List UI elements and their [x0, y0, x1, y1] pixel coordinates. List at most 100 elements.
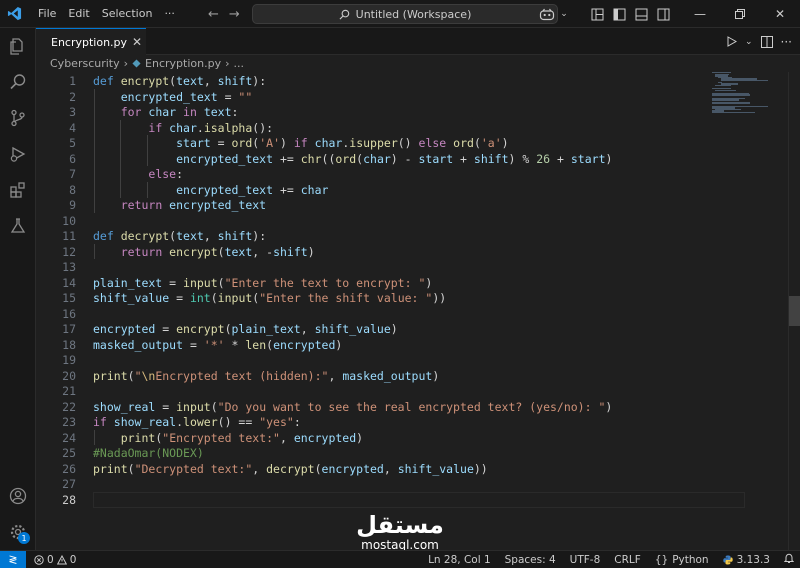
- line-number: 28: [62, 492, 76, 507]
- source-control-icon[interactable]: [0, 100, 36, 136]
- search-view-icon[interactable]: [0, 64, 36, 100]
- code-line[interactable]: 4 if char.isalpha():: [36, 121, 273, 137]
- menu-edit[interactable]: Edit: [62, 0, 95, 28]
- line-number: 4: [69, 120, 76, 135]
- code-line[interactable]: 22 show_real = input("Do you want to see …: [36, 400, 612, 416]
- code-token: ,: [328, 368, 343, 383]
- cursor-position[interactable]: Ln 28, Col 1: [428, 554, 491, 566]
- code-line[interactable]: 24 print("Encrypted text:", encrypted): [36, 431, 363, 447]
- code-line[interactable]: 7 else:: [36, 167, 183, 183]
- manage-gear-icon[interactable]: 1: [0, 514, 36, 550]
- code-line[interactable]: 14 plain_text = input("Enter the text to …: [36, 276, 432, 292]
- menu-selection[interactable]: Selection: [96, 0, 159, 28]
- code-token: ): [307, 244, 315, 259]
- testing-flask-icon[interactable]: [0, 208, 36, 244]
- toggle-primary-sidebar-icon[interactable]: [608, 0, 630, 28]
- menu-more[interactable]: ···: [158, 0, 181, 28]
- code-line[interactable]: 27: [36, 477, 93, 493]
- code-line[interactable]: 5 start = ord('A') if char.isupper() els…: [36, 136, 509, 152]
- code-token: ):: [252, 74, 267, 88]
- line-code: plain_text = input("Enter the text to en…: [93, 276, 432, 292]
- minimize-icon[interactable]: —: [680, 0, 720, 28]
- copilot-icon[interactable]: [536, 0, 558, 28]
- command-center-search[interactable]: Untitled (Workspace): [252, 4, 558, 24]
- code-line[interactable]: 15 shift_value = int(input("Enter the shi…: [36, 291, 446, 307]
- scrollbar-thumb[interactable]: [789, 296, 800, 326]
- notifications-bell-icon[interactable]: [783, 553, 795, 567]
- code-line[interactable]: 16: [36, 307, 93, 323]
- code-token: plain_text: [231, 322, 301, 336]
- indentation[interactable]: Spaces: 4: [505, 554, 556, 566]
- layout-customize-icon[interactable]: [586, 0, 608, 28]
- code-line[interactable]: 9 return encrypted_text: [36, 198, 266, 214]
- account-icon[interactable]: [0, 478, 36, 514]
- close-window-icon[interactable]: ✕: [760, 0, 800, 28]
- code-line[interactable]: 19: [36, 353, 93, 369]
- tab-label: Encryption.py: [51, 35, 128, 49]
- breadcrumb-folder[interactable]: Cyberscurity: [50, 57, 120, 70]
- tab-bar: Encryption.py ✕ ⌄ ···: [36, 28, 800, 55]
- code-token: )): [473, 461, 488, 476]
- line-number: 2: [69, 89, 76, 104]
- code-line[interactable]: 23 if show_real.lower() == "yes":: [36, 415, 301, 431]
- code-line[interactable]: 28: [36, 493, 93, 509]
- line-code: masked_output = '*' * len(encrypted): [93, 338, 342, 354]
- code-token: .: [176, 415, 184, 429]
- code-line[interactable]: 2 encrypted_text = "": [36, 90, 252, 106]
- code-line[interactable]: 21: [36, 384, 93, 400]
- vertical-scrollbar[interactable]: [788, 72, 800, 550]
- back-arrow-icon[interactable]: ←: [208, 7, 219, 22]
- split-editor-icon[interactable]: [760, 35, 773, 48]
- remote-indicator-icon[interactable]: ≷: [0, 550, 26, 568]
- breadcrumb-file[interactable]: Encryption.py: [145, 57, 221, 70]
- code-token: =: [183, 337, 204, 352]
- code-line[interactable]: 12 return encrypt(text, -shift): [36, 244, 315, 261]
- code-token: input: [217, 291, 253, 305]
- minimap[interactable]: [712, 72, 782, 117]
- code-token: ): [356, 430, 364, 445]
- end-of-line[interactable]: CRLF: [614, 554, 641, 566]
- code-line[interactable]: 3 for char in text:: [36, 105, 238, 121]
- breadcrumb: Cyberscurity › Encryption.py › ...: [36, 55, 244, 71]
- code-line[interactable]: 8 encrypted_text += char: [36, 183, 328, 199]
- code-line[interactable]: 20 print("\nEncrypted text (hidden):", ma…: [36, 369, 439, 385]
- python-interpreter[interactable]: 3.13.3: [722, 554, 770, 566]
- language-mode[interactable]: {} Python: [655, 554, 709, 566]
- code-token: ): [605, 151, 613, 166]
- code-editor[interactable]: 1 def encrypt(text, shift): 2 encrypted_te…: [36, 72, 800, 550]
- minimap-line: [712, 112, 755, 114]
- code-line[interactable]: 26 print("Decrypted text:", decrypt(encry…: [36, 462, 488, 478]
- code-token: char: [300, 182, 329, 197]
- code-token: text: [176, 74, 204, 88]
- toggle-panel-icon[interactable]: [630, 0, 652, 28]
- code-line[interactable]: 11 def decrypt(text, shift):: [36, 229, 266, 245]
- explorer-icon[interactable]: [0, 28, 36, 64]
- breadcrumb-symbols[interactable]: ...: [233, 57, 244, 70]
- code-token: else: [418, 136, 454, 150]
- line-number: 10: [62, 213, 76, 228]
- tab-encryption-py[interactable]: Encryption.py ✕: [36, 28, 146, 55]
- close-icon[interactable]: ✕: [132, 35, 142, 49]
- forward-arrow-icon[interactable]: →: [229, 7, 240, 22]
- more-actions-icon[interactable]: ···: [781, 35, 792, 49]
- code-token: encrypt: [120, 74, 170, 88]
- menu-file[interactable]: File: [32, 0, 62, 28]
- code-line[interactable]: 18 masked_output = '*' * len(encrypted): [36, 338, 342, 354]
- run-debug-icon[interactable]: [0, 136, 36, 172]
- line-code: if char.isalpha():: [93, 121, 273, 137]
- code-line[interactable]: 10: [36, 214, 93, 230]
- code-line[interactable]: 25 #NadaOmar(NODEX): [36, 446, 204, 462]
- toggle-secondary-sidebar-icon[interactable]: [652, 0, 674, 28]
- problems-indicator[interactable]: 0 0: [34, 554, 76, 566]
- extensions-icon[interactable]: [0, 172, 36, 208]
- encoding[interactable]: UTF-8: [570, 554, 601, 566]
- chevron-down-icon[interactable]: ⌄: [558, 0, 570, 28]
- run-python-file-icon[interactable]: [726, 36, 737, 47]
- code-line[interactable]: 13: [36, 260, 93, 276]
- restore-icon[interactable]: [720, 0, 760, 28]
- code-line[interactable]: 1 def encrypt(text, shift):: [36, 74, 266, 90]
- run-options-chevron-icon[interactable]: ⌄: [745, 37, 753, 47]
- code-token: shift: [217, 74, 253, 88]
- code-line[interactable]: 6 encrypted_text += chr((ord(char) - sta…: [36, 152, 612, 168]
- code-line[interactable]: 17 encrypted = encrypt(plain_text, shift_…: [36, 322, 398, 338]
